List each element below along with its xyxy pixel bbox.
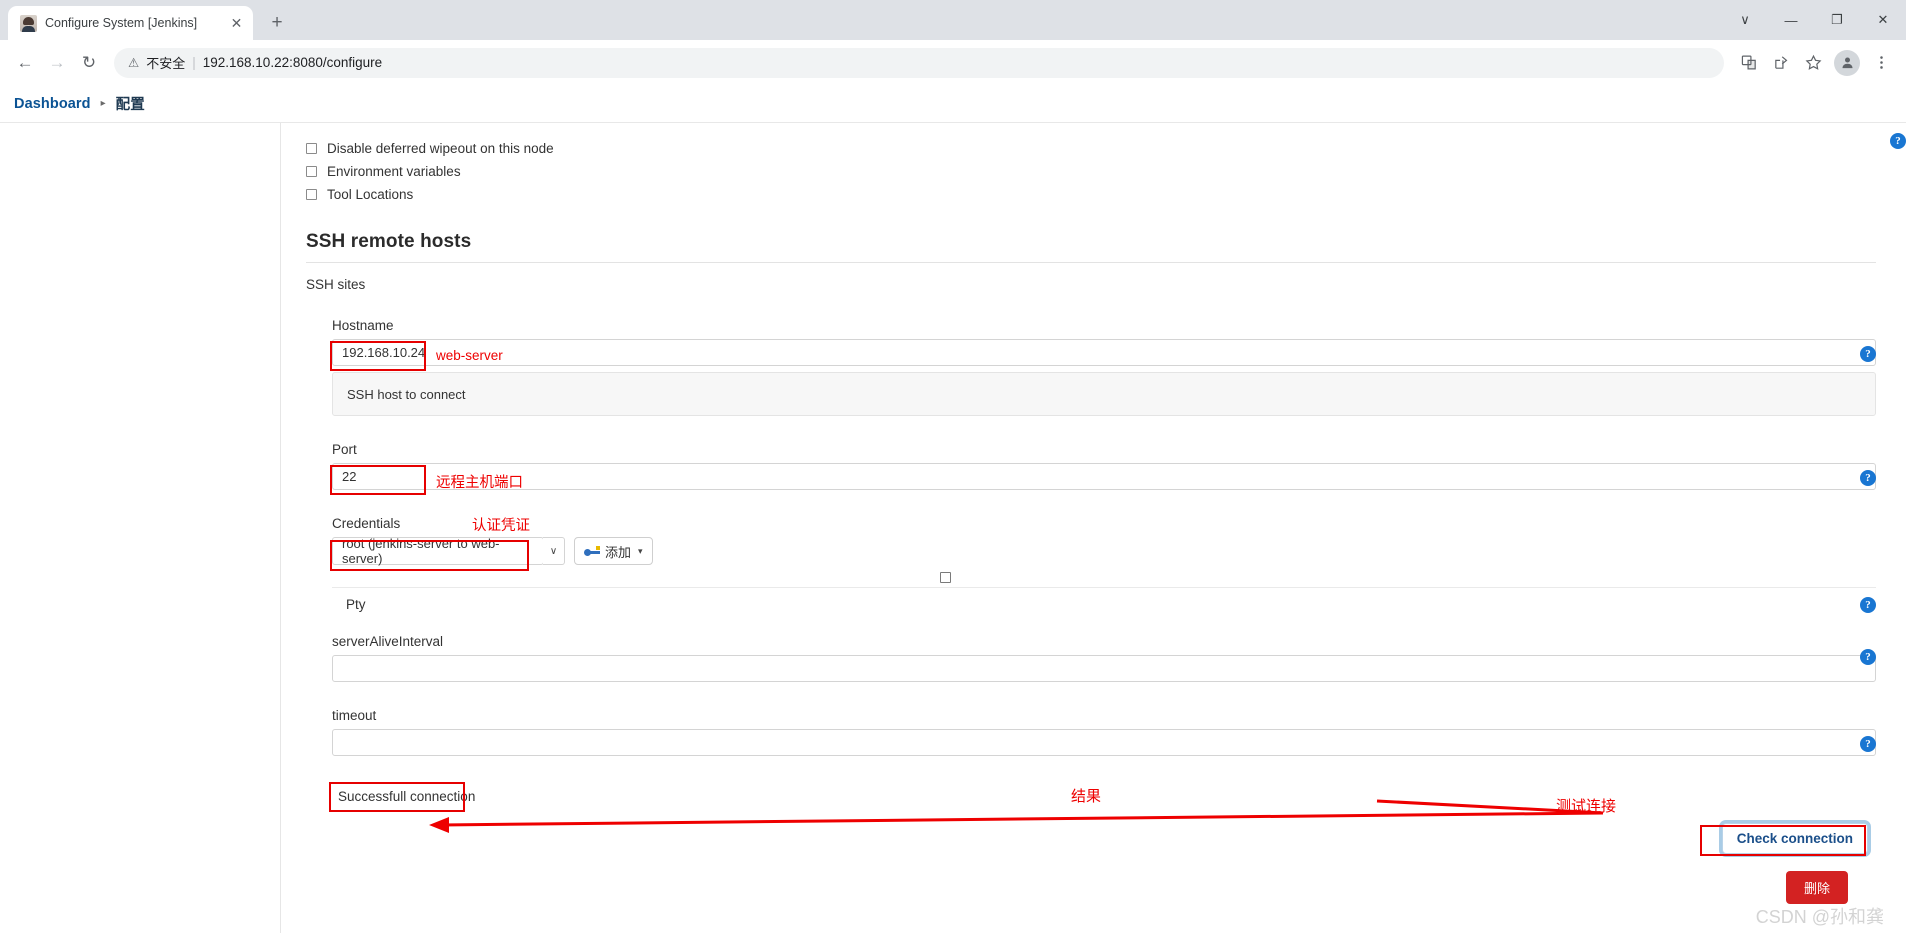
chrome-menu-chevron-icon[interactable]: ∨: [1722, 0, 1768, 40]
browser-tab[interactable]: Configure System [Jenkins] ✕: [8, 6, 253, 40]
label-port: Port: [332, 442, 357, 457]
url-text: 192.168.10.22:8080/configure: [202, 55, 383, 70]
not-secure-label: 不安全: [146, 56, 186, 71]
not-secure-warning-icon: ⚠: [128, 56, 140, 70]
address-bar[interactable]: ⚠ 不安全 | 192.168.10.22:8080/configure: [114, 47, 1724, 78]
share-icon[interactable]: [1766, 48, 1796, 78]
label-hostname: Hostname: [332, 318, 394, 333]
hostname-input[interactable]: [332, 339, 1876, 366]
connection-result-text: Successfull connection: [338, 789, 476, 804]
add-credentials-button[interactable]: 添加 ▾: [574, 537, 653, 565]
label-pty: Pty: [346, 597, 366, 612]
checkbox-pty[interactable]: [940, 572, 951, 583]
address-separator: |: [192, 55, 196, 70]
sidebar-rail: [0, 123, 280, 933]
breadcrumb: Dashboard ▸ 配置: [0, 85, 1906, 123]
help-icon-hostname[interactable]: ?: [1860, 346, 1876, 362]
timeout-input[interactable]: [332, 729, 1876, 756]
checkbox-label: Disable deferred wipeout on this node: [327, 140, 554, 156]
help-icon-server-alive-interval[interactable]: ?: [1860, 649, 1876, 665]
browser-toolbar-actions: [1734, 48, 1896, 78]
breadcrumb-configure[interactable]: 配置: [116, 93, 145, 114]
breadcrumb-separator-icon: ▸: [100, 98, 106, 109]
breadcrumb-dashboard[interactable]: Dashboard: [14, 96, 91, 112]
label-credentials: Credentials: [332, 516, 401, 531]
chevron-down-icon: ▾: [638, 545, 643, 556]
ssh-site-entry: Hostname ? SSH host to connect web-serve…: [329, 318, 1876, 840]
csdn-watermark: CSDN @孙和龚: [1755, 907, 1884, 927]
bookmark-star-icon[interactable]: [1798, 48, 1828, 78]
help-icon-pty[interactable]: ?: [1860, 597, 1876, 613]
forward-button[interactable]: →: [42, 48, 72, 78]
configuration-content: Disable deferred wipeout on this node En…: [280, 123, 1906, 933]
checkbox-environment-variables[interactable]: [306, 165, 317, 177]
credentials-row: root (jenkins-server to web-server) ∨ 添加…: [332, 536, 1876, 566]
jenkins-favicon-icon: [20, 14, 37, 32]
tab-title: Configure System [Jenkins]: [45, 16, 198, 30]
checkbox-label: Environment variables: [327, 163, 461, 179]
credentials-selected-value[interactable]: root (jenkins-server to web-server): [332, 536, 544, 566]
navigation-bar: ← → ↻ ⚠ 不安全 | 192.168.10.22:8080/configu…: [0, 40, 1906, 85]
help-icon-timeout[interactable]: ?: [1860, 736, 1876, 752]
checkbox-row-tool-locations[interactable]: Tool Locations: [306, 183, 1876, 205]
new-tab-button[interactable]: +: [263, 9, 291, 37]
check-connection-button[interactable]: Check connection: [1721, 823, 1868, 854]
help-icon-node-properties[interactable]: ?: [1890, 133, 1906, 149]
help-icon-port[interactable]: ?: [1860, 470, 1876, 486]
reload-button[interactable]: ↻: [74, 48, 104, 78]
window-controls: ∨ — ❐ ✕: [1722, 0, 1906, 40]
label-timeout: timeout: [332, 708, 377, 723]
browser-chrome: Configure System [Jenkins] ✕ + ∨ — ❐ ✕ ←…: [0, 0, 1906, 85]
checkbox-row-environment-variables[interactable]: Environment variables: [306, 160, 1876, 182]
checkbox-label: Tool Locations: [327, 186, 414, 202]
hostname-help-text: SSH host to connect: [332, 372, 1876, 416]
close-tab-icon[interactable]: ✕: [228, 15, 245, 32]
chrome-menu-icon[interactable]: [1866, 48, 1896, 78]
add-credentials-label: 添加: [605, 544, 632, 560]
jenkins-page: Dashboard ▸ 配置 Disable deferred wipeout …: [0, 85, 1906, 933]
delete-button[interactable]: 删除: [1785, 871, 1848, 904]
back-button[interactable]: ←: [10, 48, 40, 78]
port-input[interactable]: [332, 463, 1876, 490]
maximize-button[interactable]: ❐: [1814, 0, 1860, 40]
page-body: Disable deferred wipeout on this node En…: [0, 123, 1906, 933]
close-window-button[interactable]: ✕: [1860, 0, 1906, 40]
checkbox-disable-deferred-wipeout[interactable]: [306, 142, 317, 154]
credentials-select[interactable]: root (jenkins-server to web-server) ∨: [332, 536, 565, 566]
config-form: Disable deferred wipeout on this node En…: [281, 123, 1906, 840]
key-icon: [584, 545, 600, 557]
server-alive-interval-input[interactable]: [332, 655, 1876, 682]
profile-avatar[interactable]: [1834, 49, 1860, 76]
chevron-down-icon[interactable]: ∨: [543, 537, 565, 565]
translate-icon[interactable]: [1734, 48, 1764, 78]
checkbox-row-disable-deferred-wipeout[interactable]: Disable deferred wipeout on this node: [306, 137, 1876, 159]
label-ssh-sites: SSH sites: [306, 277, 366, 292]
tab-strip: Configure System [Jenkins] ✕ + ∨ — ❐ ✕: [0, 0, 1906, 40]
label-server-alive-interval: serverAliveInterval: [332, 634, 444, 649]
connection-result-row: Successfull connection: [329, 780, 1876, 840]
minimize-button[interactable]: —: [1768, 0, 1814, 40]
section-title-ssh-remote-hosts: SSH remote hosts: [306, 231, 1876, 263]
pty-row: Pty ?: [332, 572, 1876, 622]
checkbox-tool-locations[interactable]: [306, 188, 317, 200]
